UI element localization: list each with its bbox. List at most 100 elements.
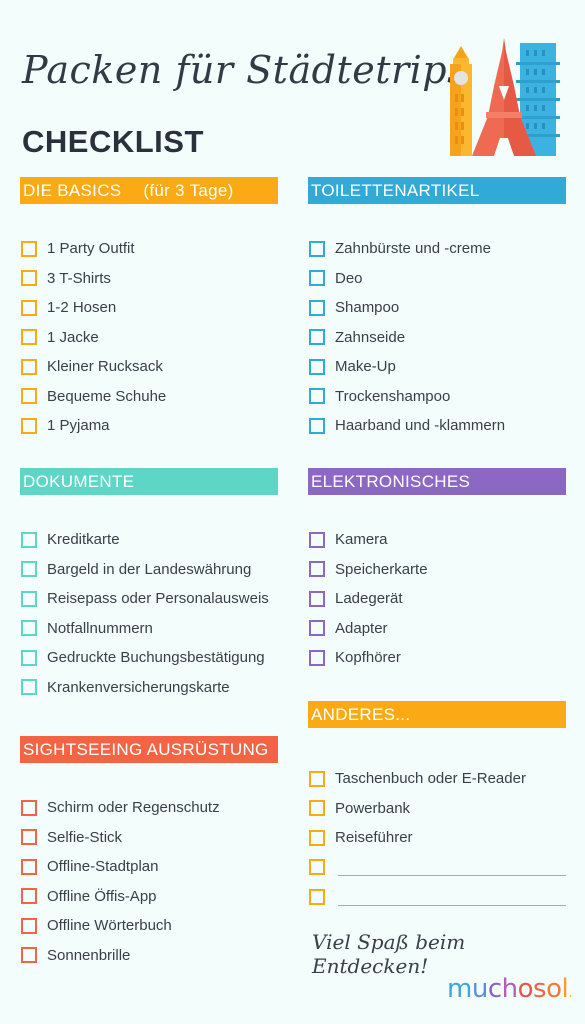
checkbox[interactable] [21,679,37,696]
checklist-item[interactable]: Krankenversicherungskarte [20,673,278,703]
checkbox[interactable] [21,888,37,905]
footer-tagline: Viel Spaß beim Entdecken! [312,930,466,978]
checklist-item[interactable]: 1 Party Outfit [20,234,278,264]
checklist-item[interactable]: 1 Jacke [20,323,278,353]
checklist-item[interactable]: Kopfhörer [308,643,566,673]
write-in-line[interactable] [338,904,566,906]
checkbox[interactable] [309,620,325,637]
checklist-item[interactable]: Make-Up [308,352,566,382]
checkbox[interactable] [21,388,37,405]
checklist-item[interactable]: Powerbank [308,794,566,824]
checkbox[interactable] [309,329,325,346]
checklist-item-label: Haarband und -klammern [335,417,506,435]
checklist-item[interactable]: 3 T-Shirts [20,264,278,294]
checklist-item[interactable]: Notfallnummern [20,614,278,644]
write-in-line[interactable] [338,875,566,876]
checklist-item[interactable]: Deo [308,264,566,294]
checkbox[interactable] [21,947,37,964]
checklist-item-label: Gedruckte Buchungsbestätigung [47,649,265,667]
section-documents: DOKUMENTE Kreditkarte Bargeld in der Land… [20,468,278,702]
logo-letter: s [533,974,547,1004]
checkbox[interactable] [21,561,37,578]
section-header-documents: DOKUMENTE [20,468,278,495]
checkbox[interactable] [21,329,37,346]
checklist-item[interactable]: Trockenshampoo [308,382,566,412]
checkbox[interactable] [309,388,325,405]
checkbox[interactable] [21,829,37,846]
checkbox[interactable] [309,299,325,316]
checkbox[interactable] [21,299,37,316]
checklist-item-label: Offline Wörterbuch [47,917,172,935]
checkbox[interactable] [21,240,37,257]
checklist-item-label: Trockenshampoo [335,387,451,405]
checklist-item[interactable]: Kleiner Rucksack [20,352,278,382]
checkbox[interactable] [309,270,325,287]
checklist-item[interactable]: Schirm oder Regenschutz [20,793,278,823]
checklist-item[interactable]: Kamera [308,525,566,555]
checklist-item[interactable]: Offline-Stadtplan [20,852,278,882]
checklist-item[interactable]: Haarband und -klammern [308,411,566,441]
page-title: CHECKLIST [22,124,204,159]
checklist-item-label: Kreditkarte [47,531,120,549]
logo-letter: o [546,974,562,1004]
section-header-other: ANDERES... [308,701,566,728]
checklist-item[interactable]: Zahnseide [308,323,566,353]
checklist-item[interactable]: Speicherkarte [308,555,566,585]
checkbox[interactable] [309,649,325,666]
checklist-item[interactable]: Offline Wörterbuch [20,911,278,941]
checkbox[interactable] [21,358,37,375]
checklist-item[interactable]: Kreditkarte [20,525,278,555]
checkbox[interactable] [309,859,325,876]
checklist-blank-item[interactable] [308,882,566,912]
checklist-item[interactable]: Reisepass oder Personalausweis [20,584,278,614]
checkbox[interactable] [21,858,37,875]
checkbox[interactable] [309,590,325,607]
checklist-item[interactable]: Reiseführer [308,823,566,853]
checklist-item[interactable]: 1 Pyjama [20,411,278,441]
checkbox[interactable] [21,590,37,607]
section-title: DOKUMENTE [23,472,135,491]
checklist-blank-item[interactable] [308,853,566,883]
checklist-item[interactable]: Ladegerät [308,584,566,614]
logo-letter: h [501,974,518,1004]
checklist-item[interactable]: Shampoo [308,293,566,323]
checklist-item[interactable]: Adapter [308,614,566,644]
checklist-item[interactable]: Offline Öffis-App [20,882,278,912]
checkbox[interactable] [309,800,325,817]
checklist-item-label: Adapter [335,619,388,637]
checklist-item[interactable]: Bargeld in der Landeswährung [20,555,278,585]
section-header-toiletries: TOILETTENARTIKEL [308,177,566,204]
checkbox[interactable] [21,620,37,637]
checkbox[interactable] [21,270,37,287]
muchosol-logo: muchosol. [447,974,573,1004]
checkbox[interactable] [309,417,325,434]
checklist-item[interactable]: Bequeme Schuhe [20,382,278,412]
checkbox[interactable] [21,531,37,548]
section-header-electronics: ELEKTRONISCHES [308,468,566,495]
checkbox[interactable] [309,358,325,375]
section-toiletries: TOILETTENARTIKEL Zahnbürste und -creme De… [308,177,566,441]
checkbox[interactable] [309,770,325,787]
section-header-basics: DIE BASICS (für 3 Tage) [20,177,278,204]
checklist-item-label: Kamera [335,531,388,549]
checkbox[interactable] [21,649,37,666]
checkbox[interactable] [309,531,325,548]
checklist-item[interactable]: Taschenbuch oder E-Reader [308,764,566,794]
checkbox[interactable] [21,917,37,934]
checklist-item[interactable]: Gedruckte Buchungsbestätigung [20,643,278,673]
logo-letter: u [471,974,488,1004]
checklist-item[interactable]: Sonnenbrille [20,941,278,971]
checkbox[interactable] [21,417,37,434]
checklist-item-label: 1 Party Outfit [47,240,135,258]
section-sightseeing: SIGHTSEEING AUSRÜSTUNG Schirm oder Regen… [20,736,278,970]
checkbox[interactable] [309,240,325,257]
checklist-item-label: Bargeld in der Landeswährung [47,560,252,578]
checkbox[interactable] [309,561,325,578]
checklist-item[interactable]: Selfie-Stick [20,823,278,853]
checklist-item-label: Zahnseide [335,328,406,346]
checkbox[interactable] [309,829,325,846]
checkbox[interactable] [309,888,325,905]
checklist-item[interactable]: Zahnbürste und -creme [308,234,566,264]
checkbox[interactable] [21,799,37,816]
checklist-item[interactable]: 1-2 Hosen [20,293,278,323]
